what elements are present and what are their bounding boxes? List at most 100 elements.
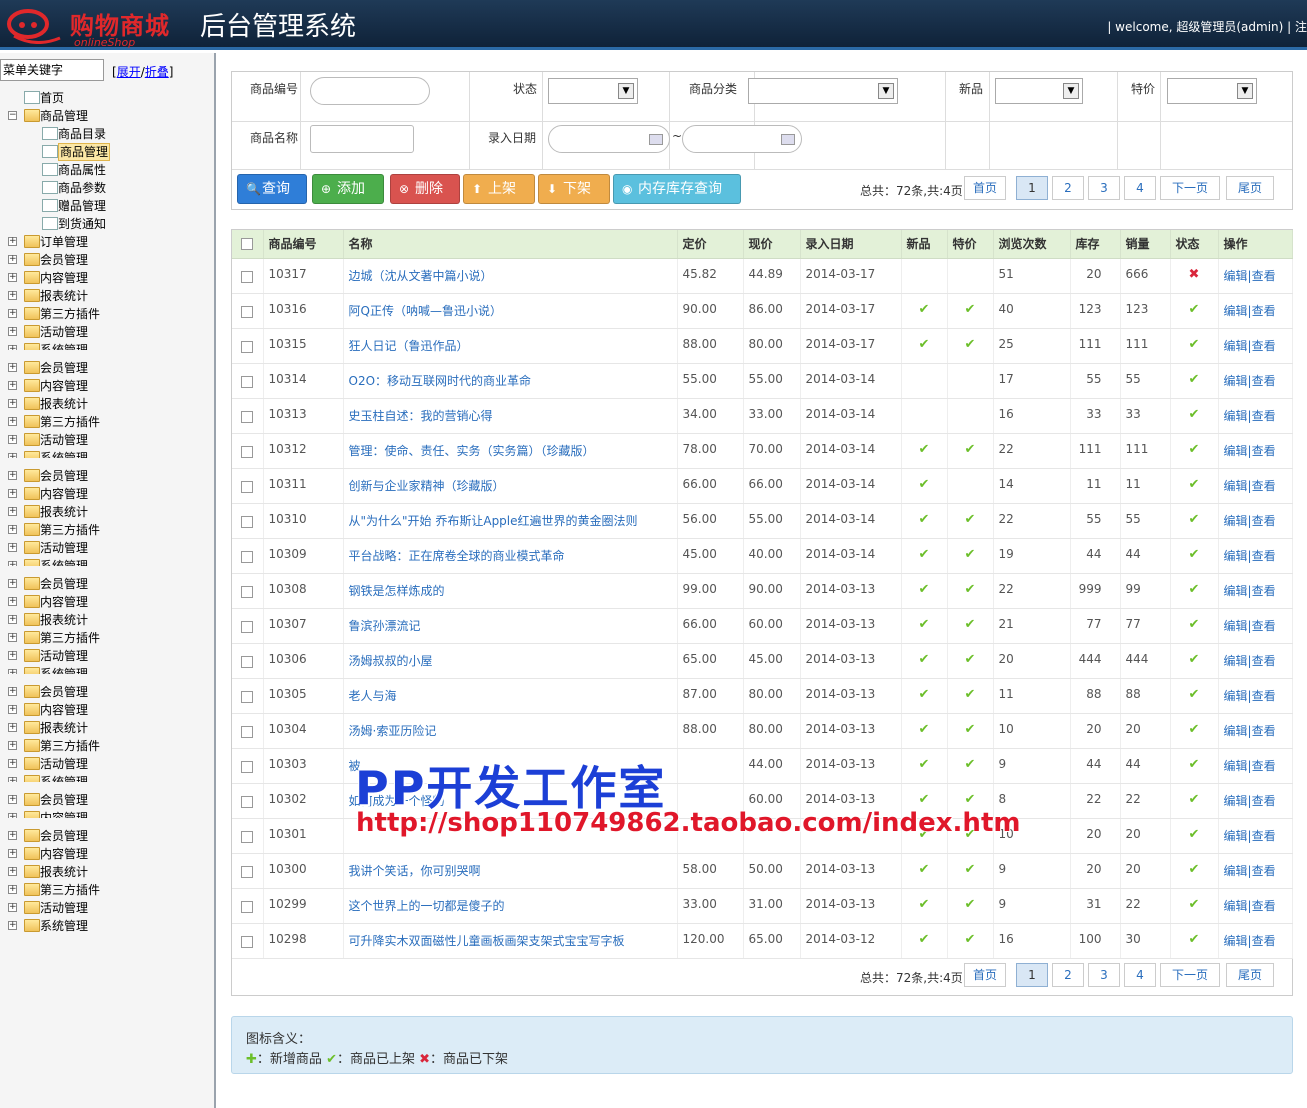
col-header[interactable]: 销量 xyxy=(1120,230,1171,259)
row-checkbox[interactable] xyxy=(241,655,254,668)
date-end-input[interactable] xyxy=(682,125,802,153)
sidebar-item[interactable]: + 会员管理 xyxy=(0,683,214,701)
product-name-link[interactable]: 汤姆·索亚历险记 xyxy=(343,713,678,749)
expand-icon[interactable]: + xyxy=(8,525,17,534)
expand-icon[interactable]: + xyxy=(8,327,17,336)
sidebar-item[interactable]: + 报表统计 xyxy=(0,287,214,305)
sidebar-item[interactable]: + 活动管理 xyxy=(0,899,214,917)
sidebar-item[interactable]: 到货通知 xyxy=(0,215,214,233)
table-row[interactable]: 10310 从"为什么"开始 乔布斯让Apple红遍世界的黄金圈法则 56.00 55… xyxy=(232,503,1293,539)
view-link[interactable]: 查看 xyxy=(1252,724,1276,738)
view-link[interactable]: 查看 xyxy=(1252,269,1276,283)
row-checkbox[interactable] xyxy=(241,725,254,738)
sidebar-item[interactable]: + 活动管理 xyxy=(0,539,214,557)
col-header[interactable]: 浏览次数 xyxy=(993,230,1071,259)
sidebar-item[interactable]: + 报表统计 xyxy=(0,719,214,737)
sidebar-item[interactable]: + 活动管理 xyxy=(0,755,214,773)
expand-icon[interactable]: + xyxy=(8,669,17,674)
table-row[interactable]: 10298 可升降实木双面磁性儿童画板画架支架式宝宝写字板 120.00 65.00 2… xyxy=(232,923,1293,959)
edit-link[interactable]: 编辑 xyxy=(1224,584,1248,598)
sidebar-item[interactable]: + 第三方插件 xyxy=(0,413,214,431)
product-name-link[interactable]: 我讲个笑话，你可别哭啊 xyxy=(343,853,678,889)
product-name-link[interactable]: 汤姆叔叔的小屋 xyxy=(343,643,678,679)
sidebar-item[interactable]: + 第三方插件 xyxy=(0,737,214,755)
table-row[interactable]: 10306 汤姆叔叔的小屋 65.00 45.00 2014-03-13 ✔ ✔ 20 444 4… xyxy=(232,643,1293,679)
sidebar-item[interactable]: + 系统管理 xyxy=(0,341,214,350)
view-link[interactable]: 查看 xyxy=(1252,304,1276,318)
row-checkbox[interactable] xyxy=(241,410,254,423)
expand-icon[interactable]: + xyxy=(8,723,17,732)
sidebar-item[interactable]: + 系统管理 xyxy=(0,557,214,566)
table-row[interactable]: 10309 平台战略：正在席卷全球的商业模式革命 45.00 40.00 2014-03… xyxy=(232,538,1293,574)
col-header[interactable]: 名称 xyxy=(343,230,678,259)
sidebar-item[interactable]: + 活动管理 xyxy=(0,431,214,449)
table-row[interactable]: 10316 阿Q正传（呐喊—鲁迅小说） 90.00 86.00 2014-03-17 ✔ ✔… xyxy=(232,293,1293,329)
sidebar-item[interactable]: + 会员管理 xyxy=(0,251,214,269)
welcome-text[interactable]: | welcome, 超级管理员(admin) | 注 xyxy=(1107,18,1307,35)
edit-link[interactable]: 编辑 xyxy=(1224,549,1248,563)
row-checkbox[interactable] xyxy=(241,480,254,493)
expand-icon[interactable]: + xyxy=(8,399,17,408)
product-name-link[interactable]: 可升降实木双面磁性儿童画板画架支架式宝宝写字板 xyxy=(343,923,678,959)
edit-link[interactable]: 编辑 xyxy=(1224,444,1248,458)
row-checkbox[interactable] xyxy=(241,305,254,318)
table-row[interactable]: 10312 管理：使命、责任、实务（实务篇）（珍藏版） 78.00 70.00 2014… xyxy=(232,433,1293,469)
first-page-link[interactable]: 首页 xyxy=(964,176,1006,200)
col-header[interactable]: 特价 xyxy=(947,230,994,259)
col-header[interactable]: 状态 xyxy=(1170,230,1219,259)
expand-icon[interactable]: + xyxy=(8,489,17,498)
expand-icon[interactable]: + xyxy=(8,777,17,782)
expand-icon[interactable]: + xyxy=(8,759,17,768)
row-checkbox[interactable] xyxy=(241,900,254,913)
add-button[interactable]: ⊕ 添加 xyxy=(312,174,384,204)
product-name-input[interactable] xyxy=(310,125,414,153)
product-name-link[interactable]: 边城（沈从文著中篇小说） xyxy=(343,258,678,294)
edit-link[interactable]: 编辑 xyxy=(1224,409,1248,423)
sidebar-item[interactable]: + 会员管理 xyxy=(0,575,214,593)
sidebar-item[interactable]: + 系统管理 xyxy=(0,773,214,782)
view-link[interactable]: 查看 xyxy=(1252,549,1276,563)
product-name-link[interactable]: 鲁滨孙漂流记 xyxy=(343,608,678,644)
sidebar-item[interactable]: + 会员管理 xyxy=(0,359,214,377)
row-checkbox[interactable] xyxy=(241,585,254,598)
page-4-link[interactable]: 4 xyxy=(1124,176,1156,200)
table-row[interactable]: 10317 边城（沈从文著中篇小说） 45.82 44.89 2014-03-17 51 2… xyxy=(232,258,1293,294)
special-select[interactable]: ▼ xyxy=(1167,78,1257,104)
page-2-link[interactable]: 2 xyxy=(1052,176,1084,200)
sidebar-item[interactable]: 赠品管理 xyxy=(0,197,214,215)
row-checkbox[interactable] xyxy=(241,620,254,633)
sidebar-item[interactable]: + 内容管理 xyxy=(0,593,214,611)
row-checkbox[interactable] xyxy=(241,830,254,843)
row-checkbox[interactable] xyxy=(241,760,254,773)
view-link[interactable]: 查看 xyxy=(1252,794,1276,808)
expand-icon[interactable]: + xyxy=(8,453,17,458)
product-name-link[interactable]: 平台战略：正在席卷全球的商业模式革命 xyxy=(343,538,678,574)
sidebar-item[interactable]: 商品属性 xyxy=(0,161,214,179)
expand-icon[interactable]: + xyxy=(8,363,17,372)
sidebar-item[interactable]: + 第三方插件 xyxy=(0,881,214,899)
page-3-link[interactable]: 3 xyxy=(1088,176,1120,200)
view-link[interactable]: 查看 xyxy=(1252,864,1276,878)
row-checkbox[interactable] xyxy=(241,865,254,878)
sidebar-item[interactable]: + 内容管理 xyxy=(0,809,214,818)
next-page-link[interactable]: 下一页 xyxy=(1160,176,1220,200)
edit-link[interactable]: 编辑 xyxy=(1224,794,1248,808)
sidebar-item[interactable]: + 系统管理 xyxy=(0,449,214,458)
shelve-button[interactable]: ⬆ 上架 xyxy=(463,174,535,204)
expand-icon[interactable]: + xyxy=(8,921,17,930)
sidebar-item[interactable]: + 会员管理 xyxy=(0,791,214,809)
view-link[interactable]: 查看 xyxy=(1252,934,1276,948)
expand-icon[interactable]: + xyxy=(8,651,17,660)
product-code-input[interactable] xyxy=(310,77,430,105)
table-row[interactable]: 10311 创新与企业家精神（珍藏版） 66.00 66.00 2014-03-14 ✔ 1… xyxy=(232,468,1293,504)
sidebar-item[interactable]: + 内容管理 xyxy=(0,701,214,719)
table-row[interactable]: 10299 这个世界上的一切都是傻子的 33.00 31.00 2014-03-13 ✔ ✔… xyxy=(232,888,1293,924)
expand-icon[interactable]: + xyxy=(8,579,17,588)
row-checkbox[interactable] xyxy=(241,270,254,283)
edit-link[interactable]: 编辑 xyxy=(1224,304,1248,318)
sidebar-item[interactable]: 商品目录 xyxy=(0,125,214,143)
edit-link[interactable]: 编辑 xyxy=(1224,479,1248,493)
page-3-link[interactable]: 3 xyxy=(1088,963,1120,987)
expand-icon[interactable]: + xyxy=(8,795,17,804)
expand-icon[interactable]: + xyxy=(8,687,17,696)
